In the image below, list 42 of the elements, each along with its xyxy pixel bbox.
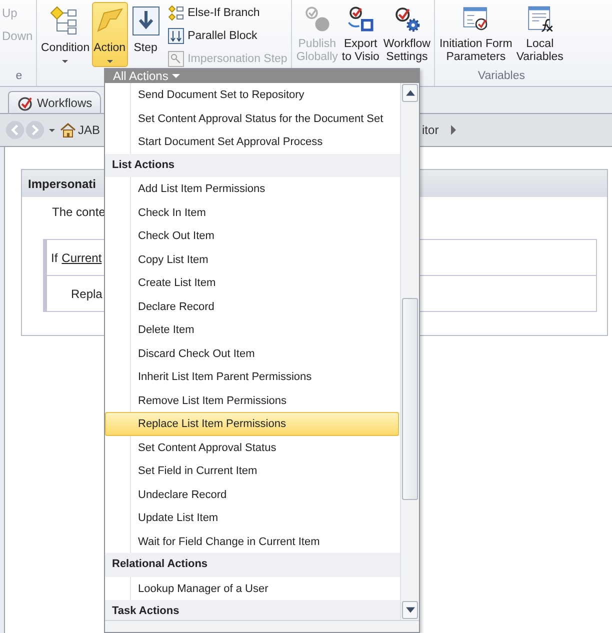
menu-item[interactable]: Lookup Manager of a User [105,576,399,600]
action-button[interactable]: Action [92,2,128,67]
menu-item[interactable]: Start Document Set Approval Process [105,130,399,154]
action-text: Repla [71,286,102,300]
step-button[interactable]: Step [128,2,164,67]
menu-item[interactable]: Replace List Item Permissions [105,412,399,436]
condition-button[interactable]: Condition [39,2,92,67]
menu-item[interactable]: Remove List Item Permissions [105,388,399,412]
menu-item[interactable]: Inherit List Item Parent Permissions [105,365,399,388]
menu-item[interactable]: Set Content Approval Status for the Document Set [105,106,399,130]
ribbon-button[interactable]: Parallel Block [166,25,290,47]
menu-item[interactable]: Set Field in Current Item [105,459,399,482]
menu-item[interactable]: Add List Item Permissions [105,177,399,200]
group-label: e [14,70,24,84]
menu-item[interactable]: Delete Item [105,318,399,342]
breadcrumb-link[interactable]: JAB [78,123,100,137]
menu-item[interactable]: Undeclare Record [105,482,399,506]
document-tab[interactable]: Workflows [8,91,102,113]
menu-section-header: Task Actions [105,600,400,620]
menu-item[interactable]: Update List Item [105,506,399,530]
menu-item[interactable]: Check Out Item [105,224,399,248]
menu-item[interactable]: Check In Item [105,200,399,224]
menu-item[interactable]: Wait for Field Change in Current Item [105,530,399,553]
menu-item[interactable]: Send Document Set to Repository [105,83,399,106]
step-description: The conte [52,205,106,219]
step-title: Impersonati [28,176,96,190]
ribbon-button[interactable]: Workflow Settings [381,2,432,67]
menu-section-header: List Actions [105,154,400,177]
ribbon-button[interactable]: Export to Visio [340,2,382,67]
menu-item[interactable]: Set Content Approval Status [105,436,399,459]
condition-link[interactable]: Current [62,250,102,264]
menu-item[interactable]: Declare Record [105,294,399,318]
ribbon-button[interactable]: Initiation Form Parameters [437,2,514,67]
menu-item[interactable]: Create List Item [105,271,399,294]
menu-section-header: Relational Actions [105,553,400,576]
ribbon-button[interactable]: Else-If Branch [166,2,290,24]
breadcrumb-link[interactable]: itor [422,123,439,137]
group-label: Variables [476,70,526,84]
menu-item[interactable]: Copy List Item [105,248,399,271]
ribbon-button[interactable]: Local Variables [514,2,566,67]
condition-keyword: If [51,250,58,264]
menu-item[interactable]: Discard Check Out Item [105,342,399,365]
